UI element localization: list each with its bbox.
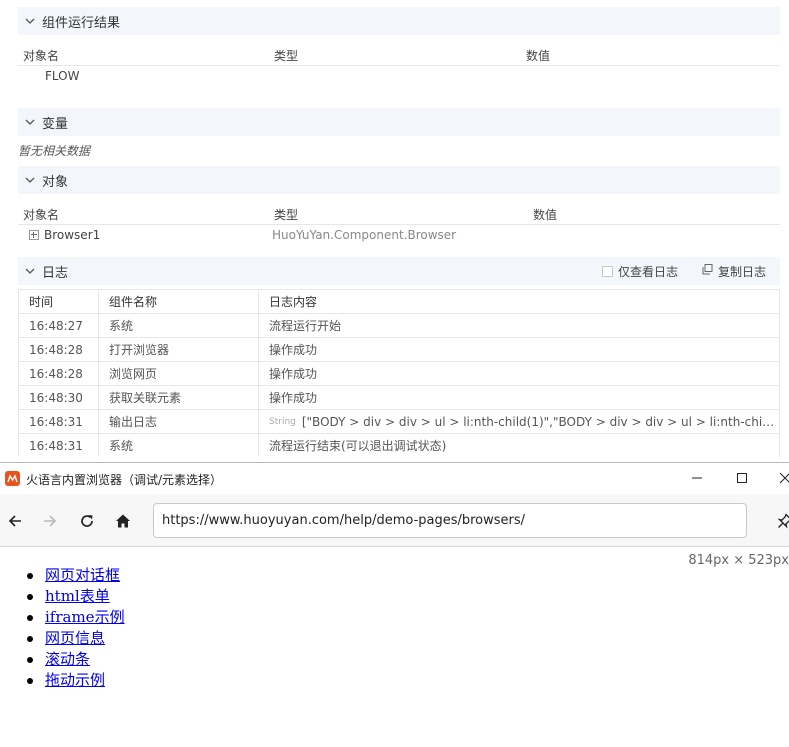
back-arrow-icon[interactable]	[3, 509, 27, 533]
object-row-name: Browser1	[44, 228, 101, 242]
window-title: 火语言内置浏览器（调试/元素选择）	[26, 473, 223, 487]
expand-plus-icon[interactable]	[29, 230, 39, 240]
column-header-content: 日志内容	[269, 295, 318, 309]
debug-panel: 组件运行结果 对象名 类型 数值 FLOW 变量 暂无相关数据 对象 对象名 类…	[0, 0, 789, 462]
log-content: 操作成功	[269, 367, 318, 381]
home-icon[interactable]	[111, 509, 135, 533]
table-row[interactable]: 16:48:27 系统 流程运行开始	[19, 313, 779, 337]
log-time: 16:48:28	[19, 338, 99, 361]
section-title: 日志	[42, 265, 69, 281]
table-row[interactable]: 16:48:30 获取关联元素 操作成功	[19, 385, 779, 409]
log-time: 16:48:31	[19, 410, 99, 433]
section-title: 变量	[42, 116, 69, 132]
log-table: 时间 组件名称 日志内容 16:48:27 系统 流程运行开始 16:48:28…	[18, 289, 780, 457]
column-header-name: 对象名	[23, 49, 60, 63]
log-content: 操作成功	[269, 343, 318, 357]
log-time: 16:48:31	[19, 434, 99, 457]
log-content: 操作成功	[269, 391, 318, 405]
copy-icon	[702, 264, 713, 278]
section-header-log[interactable]: 日志 仅查看日志 复制日志	[18, 257, 780, 285]
list-item: html表单	[25, 586, 125, 607]
forward-arrow-icon[interactable]	[38, 509, 62, 533]
demo-links-list: 网页对话框 html表单 iframe示例 网页信息 滚动条 拖动示例	[25, 565, 125, 691]
log-component: 输出日志	[99, 410, 259, 433]
chevron-down-icon[interactable]	[24, 174, 36, 186]
checkbox-icon[interactable]	[601, 265, 613, 277]
log-component: 浏览网页	[99, 362, 259, 385]
app-logo-icon	[5, 471, 20, 486]
link-drag[interactable]: 拖动示例	[45, 671, 105, 689]
column-header-value: 数值	[533, 208, 558, 222]
log-component: 获取关联元素	[99, 386, 259, 409]
table-row[interactable]: 16:48:28 打开浏览器 操作成功	[19, 337, 779, 361]
address-bar[interactable]: https://www.huoyuyan.com/help/demo-pages…	[153, 503, 747, 538]
section-header-objects[interactable]: 对象	[18, 166, 780, 194]
result-row-name[interactable]: FLOW	[45, 69, 79, 83]
chevron-down-icon[interactable]	[24, 116, 36, 128]
link-html-form[interactable]: html表单	[45, 587, 110, 605]
copy-log-label: 复制日志	[717, 264, 766, 279]
log-content: 流程运行结束(可以退出调试状态)	[269, 439, 447, 453]
link-iframe[interactable]: iframe示例	[45, 608, 125, 626]
maximize-icon[interactable]	[731, 468, 753, 488]
chevron-down-icon[interactable]	[24, 15, 36, 27]
embedded-browser-window: 火语言内置浏览器（调试/元素选择） https://www.huoyuyan.c…	[0, 462, 789, 747]
table-row[interactable]: 16:48:28 浏览网页 操作成功	[19, 361, 779, 385]
type-tag: String	[269, 416, 296, 427]
window-titlebar[interactable]: 火语言内置浏览器（调试/元素选择）	[0, 463, 789, 494]
component-results-column-headers: 对象名 类型 数值	[18, 42, 780, 66]
column-header-type: 类型	[274, 49, 299, 63]
list-item: iframe示例	[25, 607, 125, 628]
minimize-icon[interactable]	[686, 468, 708, 488]
log-time: 16:48:30	[19, 386, 99, 409]
link-scrollbar[interactable]: 滚动条	[45, 650, 90, 668]
list-item: 滚动条	[25, 649, 125, 670]
list-item: 拖动示例	[25, 670, 125, 691]
only-log-checkbox[interactable]: 仅查看日志	[601, 263, 678, 280]
log-table-header: 时间 组件名称 日志内容	[19, 289, 779, 313]
object-row[interactable]: Browser1	[29, 228, 100, 242]
log-component: 系统	[99, 314, 259, 337]
link-page-info[interactable]: 网页信息	[45, 629, 105, 647]
log-component: 系统	[99, 434, 259, 457]
pin-icon[interactable]	[773, 509, 789, 533]
column-header-time: 时间	[19, 290, 99, 313]
only-log-label: 仅查看日志	[617, 264, 678, 279]
table-row[interactable]: 16:48:31 输出日志 String ["BODY > div > div …	[19, 409, 779, 433]
section-header-variables[interactable]: 变量	[18, 108, 780, 136]
copy-log-button[interactable]: 复制日志	[702, 263, 766, 280]
log-component: 打开浏览器	[99, 338, 259, 361]
viewport-size-label: 814px × 523px	[688, 553, 789, 568]
log-time: 16:48:27	[19, 314, 99, 337]
log-content: 流程运行开始	[269, 319, 342, 333]
log-time: 16:48:28	[19, 362, 99, 385]
address-bar-url: https://www.huoyuyan.com/help/demo-pages…	[162, 513, 526, 528]
column-header-value: 数值	[526, 49, 551, 63]
log-tools: 仅查看日志 复制日志	[601, 257, 766, 285]
browser-page-content: 814px × 523px 网页对话框 html表单 iframe示例 网页信息…	[0, 548, 789, 747]
link-dialog[interactable]: 网页对话框	[45, 566, 120, 584]
column-header-name: 对象名	[23, 208, 60, 222]
section-header-component-results[interactable]: 组件运行结果	[18, 7, 780, 35]
table-row[interactable]: 16:48:31 系统 流程运行结束(可以退出调试状态)	[19, 433, 779, 457]
column-header-component: 组件名称	[99, 290, 259, 313]
column-header-type: 类型	[274, 208, 299, 222]
log-content-cell: String ["BODY > div > div > ul > li:nth-…	[259, 410, 779, 433]
chevron-down-icon[interactable]	[24, 265, 36, 277]
section-title: 对象	[42, 174, 69, 190]
list-item: 网页信息	[25, 628, 125, 649]
variables-empty-text: 暂无相关数据	[18, 144, 91, 158]
browser-toolbar: https://www.huoyuyan.com/help/demo-pages…	[0, 494, 789, 547]
section-title: 组件运行结果	[42, 15, 121, 31]
log-content: ["BODY > div > div > ul > li:nth-child(1…	[301, 414, 777, 429]
list-item: 网页对话框	[25, 565, 125, 586]
object-row-type: HuoYuYan.Component.Browser	[272, 228, 457, 242]
objects-column-headers: 对象名 类型 数值	[18, 201, 780, 225]
close-icon[interactable]	[774, 468, 789, 488]
reload-icon[interactable]	[75, 509, 99, 533]
